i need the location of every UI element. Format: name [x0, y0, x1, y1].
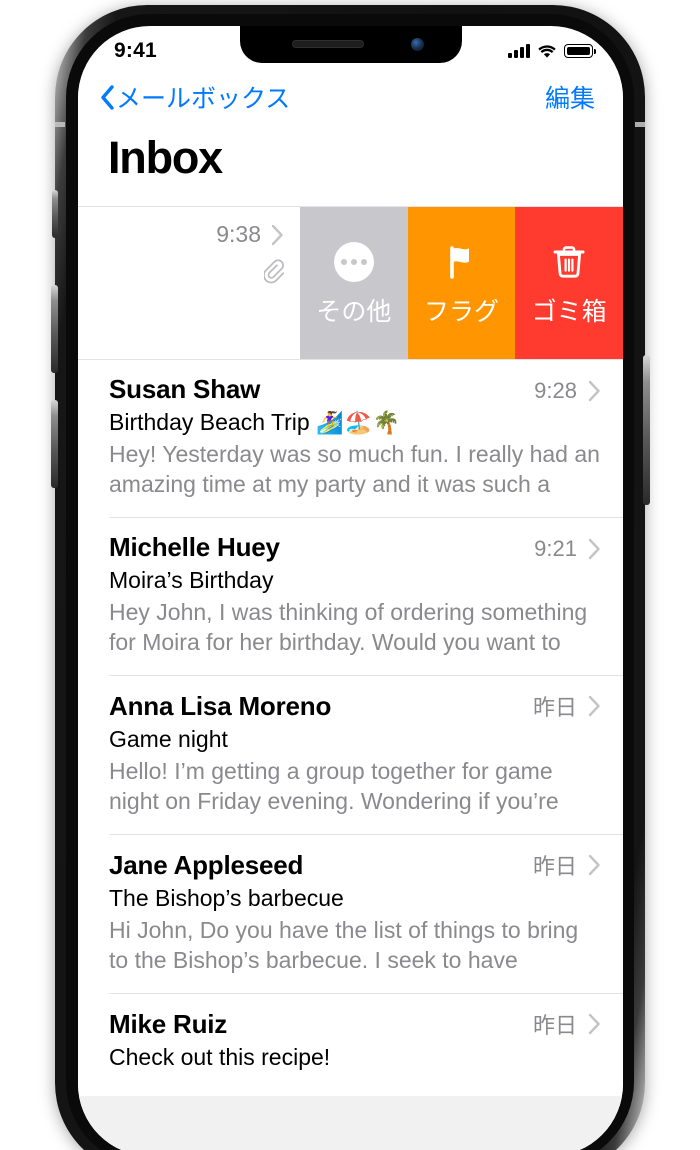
earpiece-speaker-icon — [291, 40, 364, 48]
message-preview: Hi John, Do you have the list of things … — [109, 917, 579, 974]
swipe-action-trash-button[interactable]: ゴミ箱 — [515, 207, 623, 359]
swipe-action-buttons[interactable]: その他 フラグ ゴミ箱 — [300, 207, 623, 359]
list-item[interactable]: Jane Appleseed 昨日 The Bishop’s barbecue … — [78, 835, 623, 993]
chevron-right-icon[interactable] — [588, 1013, 601, 1035]
message-subject-emoji: 🏄‍♀️🏖️🌴 — [316, 410, 402, 435]
chevron-left-icon — [101, 84, 114, 110]
edit-button[interactable]: 編集 — [545, 79, 595, 115]
message-time: 9:28 — [534, 378, 577, 403]
list-item[interactable]: Michelle Huey 9:21 Moira’s Birthday Hey … — [78, 518, 623, 675]
message-time: 昨日 — [532, 695, 577, 720]
large-title-area: Inbox — [78, 124, 623, 198]
message-sender: Anna Lisa Moreno — [109, 691, 332, 721]
swiped-row-meta: 9:38 — [216, 221, 284, 248]
paperclip-icon — [264, 259, 284, 284]
wifi-icon — [538, 44, 556, 58]
list-item[interactable]: Susan Shaw 9:28 Birthday Beach Trip 🏄‍♀️… — [78, 360, 623, 517]
message-preview: Hello! I’m getting a group together for … — [109, 758, 559, 815]
battery-full-icon — [564, 44, 597, 58]
message-sender: Mike Ruiz — [109, 1009, 228, 1039]
display-notch — [239, 26, 462, 63]
message-subject-line: Birthday Beach Trip 🏄‍♀️🏖️🌴 — [109, 409, 601, 436]
swipe-action-more-label: その他 — [316, 297, 392, 326]
message-subject: Check out this recipe! — [109, 1044, 331, 1070]
back-button-label: メールボックス — [116, 85, 291, 113]
message-subject-line: The Bishop’s barbecue — [109, 885, 601, 912]
mute-switch[interactable] — [52, 190, 58, 238]
chevron-right-icon[interactable] — [271, 224, 284, 246]
message-sender: Michelle Huey — [109, 532, 280, 562]
chevron-right-icon[interactable] — [588, 695, 601, 717]
message-time: 9:38 — [216, 221, 261, 247]
mail-list[interactable]: 9:38 その他 フラグ ゴミ箱 Susan Shaw 9:28 Birthda… — [78, 206, 623, 1150]
chevron-right-icon[interactable] — [588, 380, 601, 402]
swipe-action-flag-button[interactable]: フラグ — [407, 207, 516, 359]
chevron-right-icon[interactable] — [588, 854, 601, 876]
antenna-band-right — [635, 122, 645, 127]
trash-icon — [553, 245, 585, 278]
swiped-row-content: 9:38 — [78, 207, 300, 359]
message-subject-line: Moira’s Birthday — [109, 567, 601, 594]
screenshot-stage: 9:41 メールボックス 編集 Inbox 9:38 その他 フラグ ゴミ箱 S… — [0, 0, 700, 1150]
swipe-action-flag-label: フラグ — [424, 297, 500, 326]
chevron-right-icon[interactable] — [588, 538, 601, 560]
message-preview: Hey John, I was thinking of ordering som… — [109, 599, 588, 656]
swiped-message-row[interactable]: 9:38 その他 フラグ ゴミ箱 — [78, 207, 623, 359]
status-bar-time: 9:41 — [114, 39, 157, 62]
message-time: 昨日 — [532, 854, 577, 879]
volume-up-button[interactable] — [51, 285, 58, 373]
swipe-action-more-button[interactable]: その他 — [300, 207, 408, 359]
message-subject: Game night — [109, 726, 228, 752]
message-time: 9:21 — [534, 536, 577, 561]
message-subject-line: Check out this recipe! — [109, 1044, 601, 1071]
power-button[interactable] — [643, 355, 650, 505]
status-bar-indicators — [508, 44, 597, 59]
list-item[interactable]: Anna Lisa Moreno 昨日 Game night Hello! I’… — [78, 676, 623, 834]
cellular-signal-icon — [508, 44, 530, 58]
message-subject: Moira’s Birthday — [109, 567, 274, 593]
message-subject: The Bishop’s barbecue — [109, 885, 344, 911]
list-item[interactable]: Mike Ruiz 昨日 Check out this recipe! — [78, 994, 623, 1087]
message-time: 昨日 — [532, 1013, 577, 1038]
volume-down-button[interactable] — [51, 400, 58, 488]
list-bottom-overlay — [78, 1096, 623, 1150]
message-sender: Susan Shaw — [109, 374, 261, 404]
front-camera-icon — [410, 38, 424, 51]
message-subject-line: Game night — [109, 726, 601, 753]
swipe-action-trash-label: ゴミ箱 — [531, 297, 607, 326]
back-to-mailboxes-button[interactable]: メールボックス — [100, 79, 290, 115]
ellipsis-circle-icon — [333, 239, 374, 285]
message-subject: Birthday Beach Trip — [109, 409, 310, 435]
page-title: Inbox — [108, 132, 223, 183]
navigation-bar: メールボックス 編集 — [78, 70, 623, 124]
antenna-band-left — [55, 122, 65, 127]
message-sender: Jane Appleseed — [109, 850, 304, 880]
phone-screen: 9:41 メールボックス 編集 Inbox 9:38 その他 フラグ ゴミ箱 S… — [78, 26, 623, 1150]
message-preview: Hey! Yesterday was so much fun. I really… — [109, 441, 600, 498]
flag-icon — [449, 245, 469, 279]
